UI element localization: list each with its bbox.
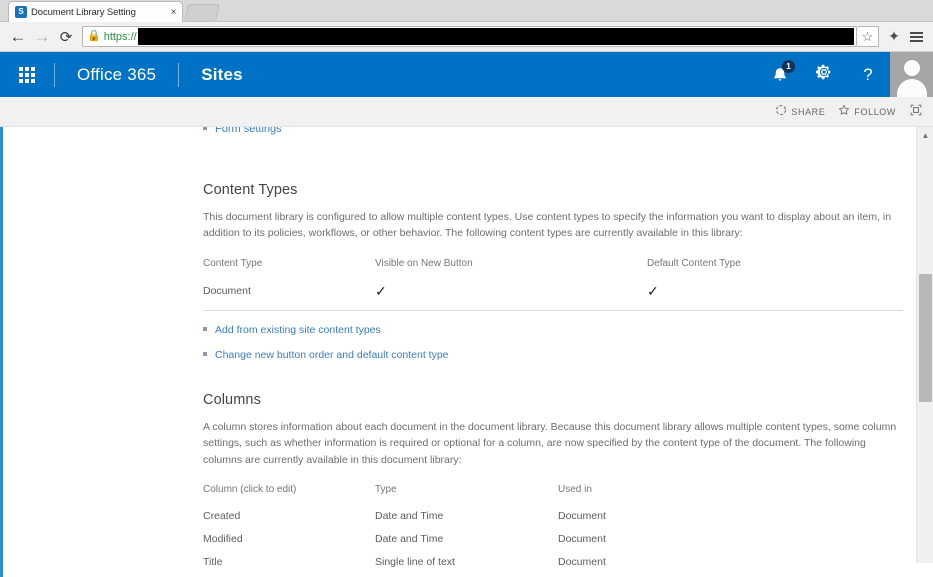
- col-header-visible-on-new: Visible on New Button: [375, 257, 473, 269]
- tab-strip: S Document Library Setting ×: [0, 0, 933, 22]
- columns-table: Column (click to edit) Type Used in Crea…: [203, 484, 903, 577]
- col-header-column: Column (click to edit): [203, 483, 297, 495]
- table-row: Title Single line of text Document: [203, 552, 903, 575]
- settings-content: Form settings Content Types This documen…: [3, 127, 915, 577]
- avatar[interactable]: [890, 52, 933, 97]
- bell-icon: 1: [770, 59, 795, 85]
- checkmark-icon: ✓: [375, 282, 387, 299]
- lock-icon: 🔒: [87, 30, 101, 42]
- page-viewport: Office 365 Sites 1 ? SHARE FOLLOW Form s…: [0, 52, 933, 577]
- add-existing-content-types-label[interactable]: Add from existing site content types: [215, 324, 381, 336]
- form-settings-label: Form settings: [215, 127, 282, 135]
- cell-column-name[interactable]: Created: [203, 506, 375, 529]
- cell-used-in: Document: [558, 532, 606, 545]
- scrollbar-corner: [916, 563, 933, 577]
- url-scheme: https://: [103, 30, 137, 43]
- forward-button[interactable]: →: [30, 25, 54, 49]
- col-header-used-in: Used in: [558, 483, 592, 495]
- help-button[interactable]: ?: [846, 52, 890, 97]
- follow-button[interactable]: FOLLOW: [838, 104, 896, 119]
- cell-content-type-name[interactable]: Document: [203, 280, 375, 306]
- cell-column-name[interactable]: Modified: [203, 529, 375, 552]
- office365-brand[interactable]: Office 365: [55, 65, 178, 85]
- new-tab-button[interactable]: [184, 4, 220, 21]
- cell-default-content-type: ✓: [647, 280, 903, 306]
- columns-section: Columns A column stores information abou…: [203, 392, 903, 577]
- address-bar[interactable]: 🔒 https://: [82, 26, 857, 47]
- reload-button[interactable]: ⟳: [54, 25, 78, 49]
- office365-suite-bar: Office 365 Sites 1 ?: [0, 52, 933, 97]
- content-types-description: This document library is configured to a…: [203, 211, 892, 240]
- tab-title: Document Library Setting: [31, 6, 136, 18]
- scrollbar-thumb[interactable]: [919, 274, 932, 402]
- page-scrollbar[interactable]: ▲: [916, 127, 933, 577]
- content-types-table: Content Type Visible on New Button Defau…: [203, 258, 903, 306]
- gear-icon: [815, 63, 833, 86]
- scroll-up-arrow-icon[interactable]: ▲: [917, 127, 933, 144]
- focus-on-content-icon[interactable]: [909, 103, 923, 120]
- content-types-divider: [203, 309, 903, 311]
- notifications-button[interactable]: 1: [758, 52, 802, 97]
- browser-toolbar: ← → ⟳ 🔒 https:// ☆ ✦: [0, 22, 933, 52]
- bookmark-star-icon[interactable]: ☆: [857, 26, 879, 47]
- browser-window: S Document Library Setting × ← → ⟳ 🔒 htt…: [0, 0, 933, 577]
- cell-visible-on-new: ✓: [375, 280, 647, 306]
- cell-column-type: Date and Time: [375, 532, 444, 545]
- table-header-row: Content Type Visible on New Button Defau…: [203, 258, 903, 280]
- cell-used-in: Document: [558, 509, 606, 522]
- url-redacted-region: [137, 28, 854, 45]
- table-row: Modified Date and Time Document: [203, 529, 903, 552]
- cell-used-in: Document: [558, 555, 606, 568]
- cell-column-name[interactable]: Title: [203, 552, 375, 575]
- cell-column-type: Single line of text: [375, 555, 455, 568]
- change-new-button-order-label[interactable]: Change new button order and default cont…: [215, 349, 449, 361]
- notification-count-badge: 1: [782, 59, 795, 73]
- col-header-content-type: Content Type: [203, 257, 263, 269]
- content-types-section: Content Types This document library is c…: [203, 182, 903, 361]
- columns-description: A column stores information about each d…: [203, 421, 897, 466]
- back-button[interactable]: ←: [6, 25, 30, 49]
- settings-button[interactable]: [802, 52, 846, 97]
- sharepoint-favicon-icon: S: [15, 6, 27, 18]
- change-new-button-order-link[interactable]: Change new button order and default cont…: [203, 349, 903, 361]
- share-button[interactable]: SHARE: [775, 104, 825, 119]
- list-bullet-icon: [203, 326, 207, 331]
- checkmark-icon: ✓: [647, 282, 659, 299]
- cell-column-type: Date and Time: [375, 509, 444, 522]
- col-header-type: Type: [375, 483, 397, 495]
- close-tab-icon[interactable]: ×: [169, 7, 178, 18]
- list-bullet-icon: [203, 127, 207, 131]
- avatar-head: [903, 60, 920, 76]
- form-settings-link[interactable]: Form settings: [203, 127, 282, 135]
- add-existing-content-types-link[interactable]: Add from existing site content types: [203, 324, 903, 336]
- follow-label: FOLLOW: [854, 106, 896, 117]
- ribbon-share-strip: SHARE FOLLOW: [0, 97, 933, 127]
- share-icon: [775, 104, 787, 119]
- col-header-default-content-type: Default Content Type: [647, 257, 741, 269]
- list-bullet-icon: [203, 351, 207, 356]
- columns-title: Columns: [203, 392, 261, 408]
- site-name[interactable]: Sites: [179, 65, 265, 85]
- table-row: Created Date and Time Document: [203, 506, 903, 529]
- chrome-menu-icon[interactable]: [905, 25, 927, 49]
- question-mark-icon: ?: [863, 64, 873, 84]
- share-label: SHARE: [791, 106, 826, 117]
- app-launcher-icon[interactable]: [0, 52, 54, 97]
- table-header-row: Column (click to edit) Type Used in: [203, 484, 903, 506]
- browser-tab[interactable]: S Document Library Setting ×: [8, 1, 183, 22]
- avatar-body: [896, 79, 927, 97]
- star-outline-icon: [838, 104, 850, 119]
- table-row: Document ✓ ✓: [203, 280, 903, 306]
- extension-icon[interactable]: ✦: [883, 25, 905, 49]
- content-types-title: Content Types: [203, 182, 298, 198]
